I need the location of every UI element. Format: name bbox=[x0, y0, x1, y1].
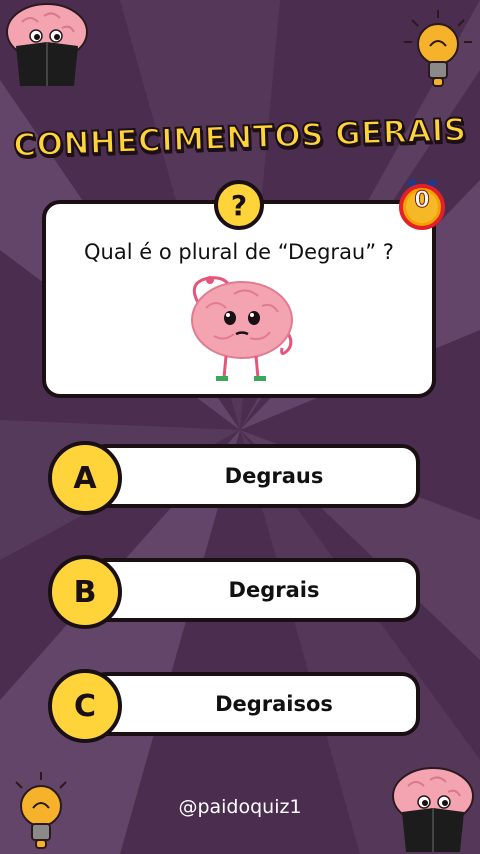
lightbulb-icon bbox=[404, 10, 472, 87]
option-b-bar[interactable]: Degrais bbox=[88, 558, 420, 622]
question-text: Qual é o plural de “Degrau” ? bbox=[84, 240, 394, 264]
brain-reading-icon bbox=[392, 767, 474, 852]
lightbulb-icon bbox=[15, 772, 67, 849]
brain-reading-icon bbox=[6, 3, 88, 86]
timer-value: 0 bbox=[414, 188, 430, 214]
option-b-letter[interactable]: B bbox=[48, 555, 122, 629]
option-c-letter[interactable]: C bbox=[48, 669, 122, 743]
option-c-bar[interactable]: Degraisos bbox=[88, 672, 420, 736]
option-a[interactable]: Degraus A bbox=[48, 441, 420, 515]
option-b[interactable]: Degrais B bbox=[48, 555, 420, 629]
option-c-label: Degraisos bbox=[215, 692, 333, 716]
option-c[interactable]: Degraisos C bbox=[48, 669, 420, 743]
option-a-letter[interactable]: A bbox=[48, 441, 122, 515]
option-b-label: Degrais bbox=[228, 578, 320, 602]
option-a-label: Degraus bbox=[224, 464, 324, 488]
question-icon: ? bbox=[214, 180, 264, 230]
option-a-bar[interactable]: Degraus bbox=[88, 444, 420, 508]
brain-character-icon bbox=[191, 276, 293, 381]
